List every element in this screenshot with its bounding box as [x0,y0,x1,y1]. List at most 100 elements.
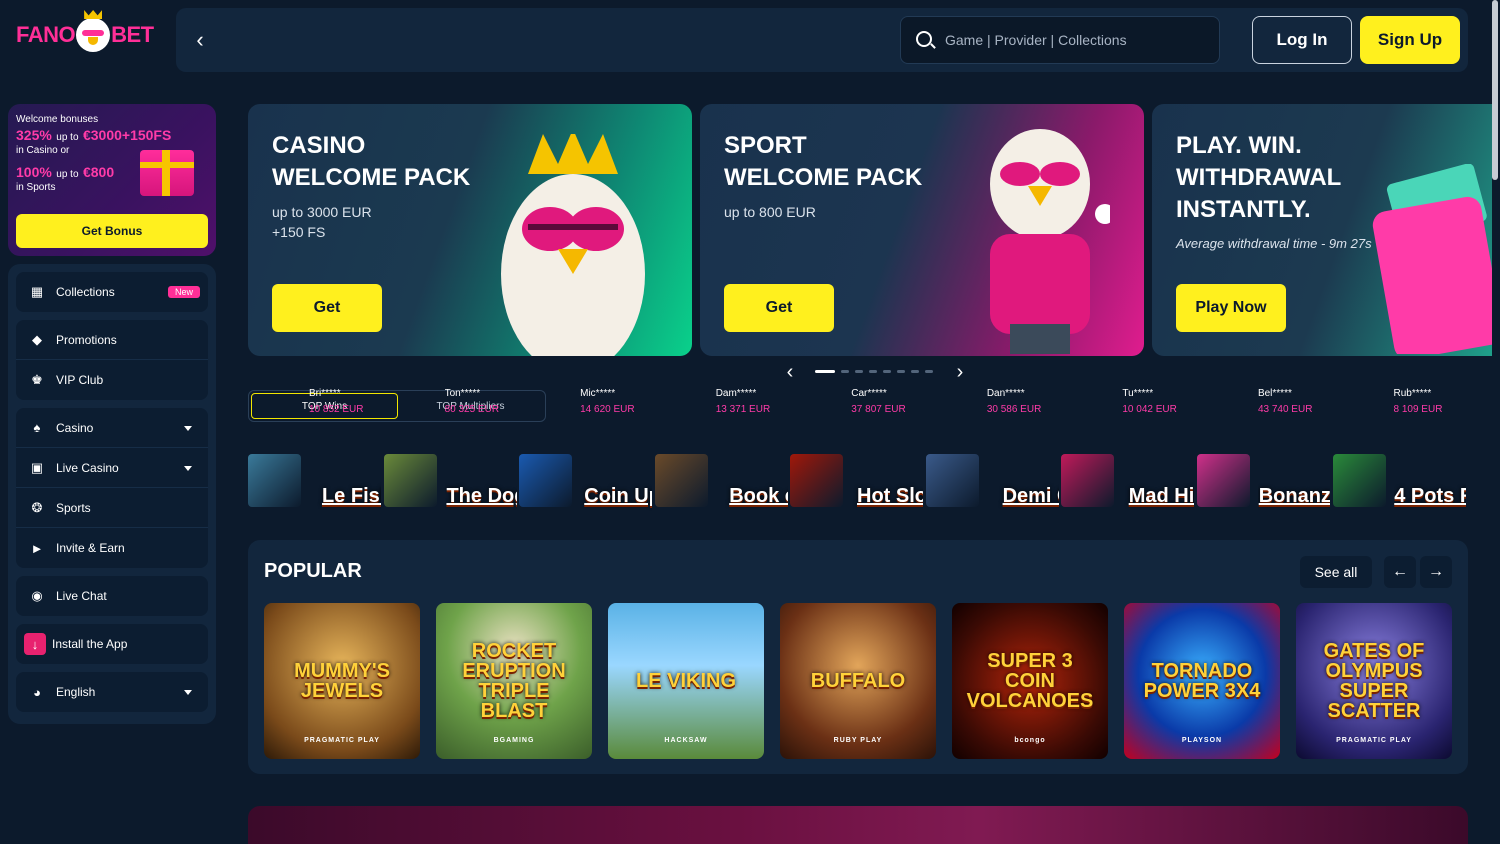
banner-get-button[interactable]: Get [724,284,834,332]
globe-icon: ◕ [33,684,41,700]
game-thumbnail[interactable] [248,453,301,507]
banner-play-now-button[interactable]: Play Now [1176,284,1286,332]
game-thumbnail[interactable] [1196,453,1250,507]
carousel-dot[interactable] [855,370,863,373]
game-tile[interactable]: MUMMY'S JEWELS PRAGMATIC PLAY [264,603,420,759]
game-provider: bcongo [1014,737,1046,744]
win-amount: 10 852 EUR [309,404,364,415]
carousel-dot[interactable] [925,370,933,373]
sidebar-item-promotions[interactable]: ◆ Promotions [16,320,208,360]
game-thumbnail[interactable] [1332,453,1386,507]
owl-king-illustration [501,134,645,356]
sidebar-item-label: Install the App [52,637,128,651]
game-title: GATES OF OLYMPUS SUPER SCATTER [1323,640,1425,722]
see-all-button[interactable]: See all [1300,556,1372,588]
sidebar-item-label: Sports [56,500,91,515]
arrow-right-icon[interactable]: → [1420,556,1452,588]
sidebar-item-collections[interactable]: ▦ Collections New [16,272,208,312]
game-tile[interactable]: BUFFALO RUBY PLAY [780,603,936,759]
win-amount: 13 371 EUR [715,404,771,415]
game-thumbnail[interactable] [519,453,573,507]
carousel-dot[interactable] [897,370,905,373]
signup-button[interactable]: Sign Up [1360,16,1460,64]
search-placeholder: Game | Provider | Collections [945,32,1127,48]
carousel-dot[interactable] [815,370,835,373]
banner-casino-welcome[interactable]: CASINO WELCOME PACK up to 3000 EUR +150 … [248,104,692,356]
win-user: Dan***** [986,388,1025,399]
win-user: Tu***** [1122,388,1154,399]
arrow-left-icon[interactable]: ← [1384,556,1416,588]
banner-get-button[interactable]: Get [272,284,382,332]
game-tile[interactable]: GATES OF OLYMPUS SUPER SCATTER PRAGMATIC … [1296,603,1452,759]
back-chevron-icon[interactable]: ‹ [186,26,214,54]
carousel-dot[interactable] [841,370,849,373]
banner-title: CASINO WELCOME PACK [272,130,512,194]
win-item[interactable]: Ton*****80 325 EURThe Dog Hous... [383,388,520,508]
sidebar-item-invite[interactable]: ► Invite & Earn [16,528,208,568]
win-user: Car***** [851,388,887,399]
page-scrollbar[interactable] [1492,0,1498,180]
sidebar-item-casino[interactable]: ♠ Casino [16,408,208,448]
popular-games-row: MUMMY'S JEWELS PRAGMATIC PLAY ROCKET ERUPT… [264,603,1452,759]
crown-icon: ♚ [31,372,43,387]
banner-subtitle: Average withdrawal time - 9m 27s [1176,236,1372,251]
banner-subtitle: up to 800 EUR [724,202,816,222]
win-user: Bri***** [309,388,341,399]
game-tile[interactable]: ROCKET ERUPTION TRIPLE BLAST BGAMING [436,603,592,759]
win-item[interactable]: Bel*****43 740 EURBonanza Billio... [1196,388,1333,508]
win-item[interactable]: Bri*****10 852 EURLe Fisherman [248,388,384,508]
chevron-right-icon[interactable]: › [950,360,970,384]
win-item[interactable]: Car*****37 807 EURHot Slot: 777 ... [790,388,926,508]
game-tile[interactable]: LE VIKING HACKSAW [608,603,764,759]
win-item[interactable]: Dam*****13 371 EURBook of Dead [654,388,791,508]
game-thumbnail[interactable] [383,453,437,507]
game-provider: BGAMING [493,737,535,744]
game-title: TORNADO POWER 3X4 [1143,660,1261,702]
chevron-left-icon[interactable]: ‹ [780,360,800,384]
sidebar-item-vip[interactable]: ♚ VIP Club [16,360,208,400]
win-amount: 10 042 EUR [1122,404,1177,415]
search-input[interactable]: Game | Provider | Collections [900,16,1220,64]
search-icon [916,31,932,47]
bottom-banner [248,806,1468,844]
chevron-down-icon [184,690,192,695]
game-tile[interactable]: TORNADO POWER 3X4 PLAYSON [1124,603,1280,759]
promo-title: Welcome bonuses [16,114,99,125]
game-thumbnail[interactable] [654,453,708,507]
carousel-dots [815,370,933,373]
sidebar-item-live-chat[interactable]: ◉ Live Chat [16,576,208,616]
sidebar-item-label: Invite & Earn [56,541,125,555]
win-user: Mic***** [580,388,616,399]
banner-subtitle-line: up to 800 EUR [724,204,816,220]
game-title: MUMMY'S JEWELS [294,660,390,702]
login-button[interactable]: Log In [1252,16,1352,64]
carousel-dot[interactable] [911,370,919,373]
sidebar-item-sports[interactable]: ❂ Sports [16,488,208,528]
banner-instant-withdrawal[interactable]: PLAY. WIN. WITHDRAWAL INSTANTLY. Average… [1152,104,1492,356]
game-thumbnail[interactable] [1061,453,1115,507]
win-amount: 43 740 EUR [1257,404,1313,415]
win-item[interactable]: Dan*****30 586 EURDemi Gods V [925,388,1062,508]
win-item[interactable]: Mic*****14 620 EURCoin Up: Ligh... [519,388,655,508]
logo[interactable]: FANO BET [16,10,154,52]
carousel-dot[interactable] [883,370,891,373]
banner-sport-welcome[interactable]: SPORT WELCOME PACK up to 800 EUR Get [700,104,1144,356]
game-title: SUPER 3 COIN VOLCANOES [966,650,1094,712]
game-thumbnail[interactable] [790,453,844,507]
sidebar-item-install[interactable]: ↓ Install the App [16,624,208,664]
game-provider: PRAGMATIC PLAY [304,737,380,744]
win-item[interactable]: Tu*****10 042 EURMad Hit Diam... [1061,388,1197,508]
win-amount: 37 807 EUR [851,404,906,415]
game-provider: PRAGMATIC PLAY [1336,737,1412,744]
sidebar-item-live-casino[interactable]: ▣ Live Casino [16,448,208,488]
promo-sports-pct: 100% [16,164,52,180]
banner-title: SPORT WELCOME PACK [724,130,964,194]
game-tile[interactable]: SUPER 3 COIN VOLCANOES bcongo [952,603,1108,759]
game-thumbnail[interactable] [925,453,979,507]
carousel-dot[interactable] [869,370,877,373]
win-item[interactable]: Rub*****8 109 EUR4 Pots Riches:... [1332,388,1469,508]
game-title: ROCKET ERUPTION TRIPLE BLAST [462,640,566,722]
get-bonus-button[interactable]: Get Bonus [16,214,208,248]
promo-casino-amount: €3000+150FS [82,127,172,143]
language-selector[interactable]: ◕ English [16,672,208,712]
